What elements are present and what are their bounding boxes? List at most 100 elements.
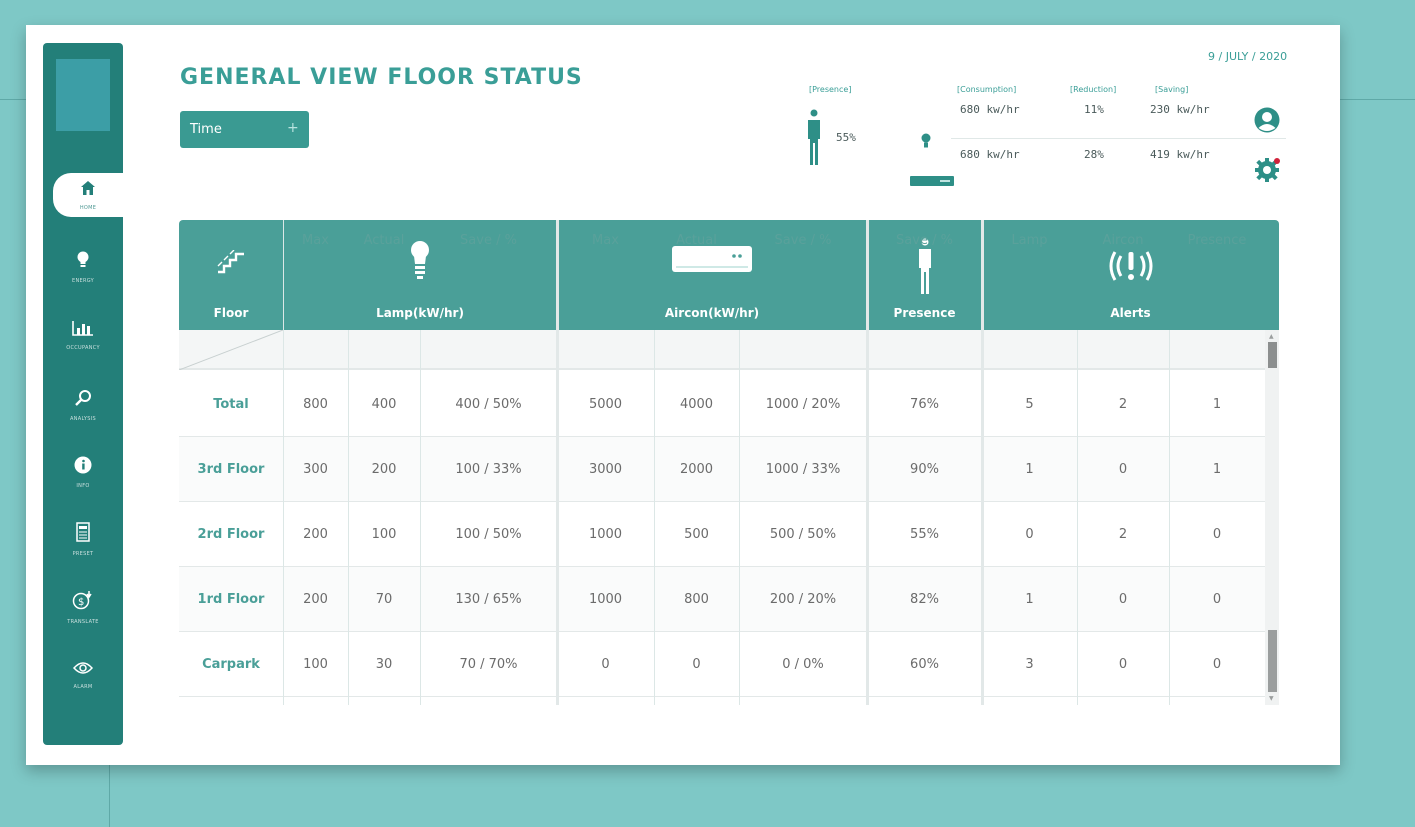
table-cell: 70 [375,592,393,607]
subheader-cell: Actual [363,232,405,248]
table-cell: 90% [910,462,939,477]
sidebar-item-label: ALARM [73,684,93,690]
table-cell: 5 [1025,397,1034,412]
document-icon [76,521,90,547]
table-cell: 200 [303,592,328,607]
floor-name-cell: 1rd Floor [197,592,265,607]
scroll-thumb-top[interactable] [1268,342,1277,368]
aircon-saving-value: 419 kw/hr [1150,148,1210,161]
sidebar-item-label: ENERGY [71,277,94,284]
table-cell: 55% [910,527,939,542]
table-cell: 60% [910,657,939,672]
subheader-cell: Actual [676,232,717,248]
subheader-cell: Max [302,232,329,248]
aircon-reduction-value: 28% [1084,148,1104,161]
table-cell: 82% [910,592,939,607]
table-cell: 1 [1025,592,1034,607]
scroll-up-icon[interactable]: ▲ [1269,333,1274,340]
column-divider [981,220,984,705]
subheader-cell: Save / % [774,232,832,248]
sidebar-item-label: HOME [79,204,97,211]
table-cell: 2000 [679,462,714,477]
person-icon [807,109,821,171]
sidebar-item-translate[interactable]: $ TRANSLATE [43,583,123,631]
saving-label: [Saving] [1155,85,1189,94]
column-divider [654,330,655,705]
table-cell: 1 [1212,462,1222,477]
subheader-cell: Max [592,232,619,248]
reduction-label: [Reduction] [1070,85,1117,94]
table-cell: 500 [684,527,709,542]
info-icon [74,456,92,479]
table-row: 2rd Floor 200 100 100 / 50% 1000 500 500 / 50%… [179,502,1265,567]
sidebar-item-analysis[interactable]: ANALYSIS [43,381,123,429]
consumption-label: [Consumption] [957,85,1017,94]
time-filter-button[interactable]: Time + [180,111,309,148]
svg-text:$: $ [78,597,84,608]
group-floor: Floor [179,220,283,330]
user-avatar-icon[interactable] [1254,107,1280,133]
subheader-cell: Lamp [1011,232,1048,248]
plus-icon: + [287,120,299,136]
sidebar-item-label: TRANSLATE [67,618,99,625]
table-row: Carpark 100 30 70 / 70% 0 0 0 / 0% 60% 3 0 0 [179,632,1265,697]
table-cell: 30 [375,657,393,672]
table-cell: 1000 / 33% [765,462,841,477]
bulb-icon [921,133,931,153]
sidebar-item-label: OCCUPANCY [66,344,100,351]
presence-summary-value: 55% [836,131,856,144]
page-title: GENERAL VIEW FLOOR STATUS [180,65,583,90]
aircon-consumption-value: 680 kw/hr [960,148,1020,161]
table-cell: 3000 [588,462,623,477]
sidebar-item-info[interactable]: INFO [43,448,123,496]
stairs-icon [216,249,246,278]
column-divider [866,220,869,705]
column-divider [420,330,421,705]
column-divider [1077,330,1078,705]
floor-name-cell: Total [213,397,249,412]
bulb-icon [76,251,90,274]
table-cell: 76% [910,397,939,412]
main-card: HOME ENERGY OCCUPANCY ANALYSIS INFO PRES… [26,25,1340,765]
eye-icon [72,660,94,680]
sidebar-item-preset[interactable]: PRESET [43,515,123,563]
table-cell: 200 / 20% [769,592,837,607]
scroll-thumb[interactable] [1268,630,1277,692]
table-cell: 0 [1118,657,1128,672]
table-cell: 100 [371,527,397,542]
settings-gear-icon[interactable] [1254,157,1280,183]
summary-divider [951,138,1286,139]
table-cell: 2 [1118,527,1128,542]
table-cell: 400 / 50% [455,397,522,412]
lamp-saving-value: 230 kw/hr [1150,103,1210,116]
aircon-icon [910,176,954,186]
table-cell: 3 [1025,657,1034,672]
table-cell: 0 [1212,657,1222,672]
table-cell: 0 [1025,527,1034,542]
table-cell: 200 [371,462,397,477]
table-cell: 0 [1212,527,1222,542]
sidebar-item-energy[interactable]: ENERGY [43,243,123,291]
sidebar-item-occupancy[interactable]: OCCUPANCY [43,311,123,359]
sidebar-item-label: ANALYSIS [70,415,96,422]
scroll-down-icon[interactable]: ▼ [1269,695,1274,702]
table-cell: 0 [1212,592,1222,607]
corner-diagonal [179,330,283,370]
sidebar-item-label: INFO [76,482,90,489]
date-display: 9 / JULY / 2020 [1208,50,1288,63]
table-subheader [179,330,1265,370]
column-divider [1169,330,1170,705]
floor-name-cell: Carpark [202,657,260,672]
table-row: 1rd Floor 200 70 130 / 65% 1000 800 200 / 20% 8… [179,567,1265,632]
search-icon [74,389,92,412]
sidebar-item-alarm[interactable]: ALARM [43,651,123,699]
group-label: Aircon(kW/hr) [664,306,760,320]
column-divider [556,220,559,705]
table-cell: 100 / 50% [455,527,522,542]
lamp-reduction-value: 11% [1084,103,1104,116]
table-scrollbar[interactable]: ▲ ▼ [1265,330,1279,705]
sidebar-item-home[interactable]: HOME [53,173,123,217]
table-cell: 500 / 50% [769,527,837,542]
sidebar: HOME ENERGY OCCUPANCY ANALYSIS INFO PRES… [43,43,123,745]
table-cell: 1000 / 20% [765,397,841,412]
